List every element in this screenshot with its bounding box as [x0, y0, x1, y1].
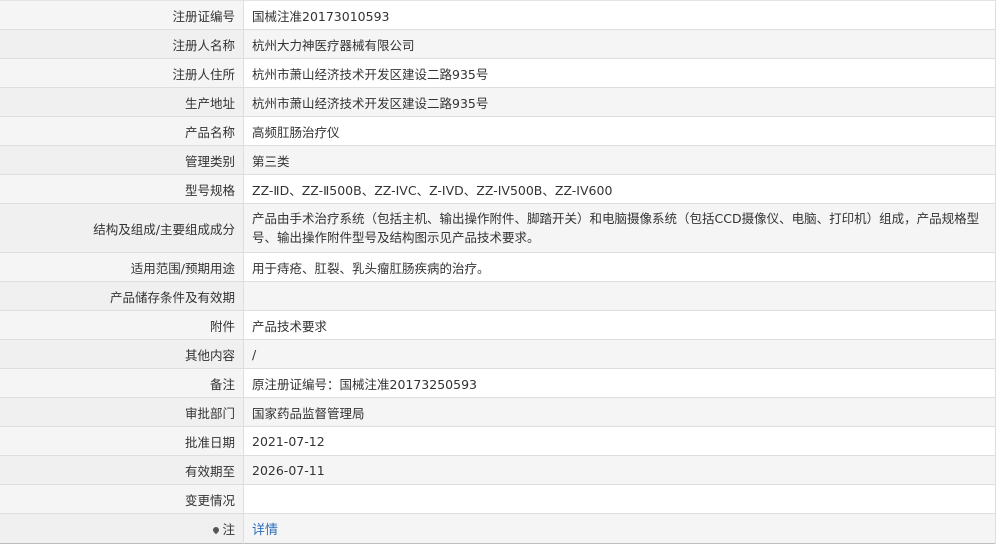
table-row: 适用范围/预期用途 用于痔疮、肛裂、乳头瘤肛肠疾病的治疗。 [0, 252, 996, 282]
table-row: 附件 产品技术要求 [0, 310, 996, 340]
table-row: 审批部门 国家药品监督管理局 [0, 397, 996, 427]
field-label: 产品名称 [0, 116, 244, 146]
field-label: 变更情况 [0, 484, 244, 514]
field-value: 产品技术要求 [243, 310, 996, 340]
field-label: 型号规格 [0, 174, 244, 204]
details-link[interactable]: 详情 [252, 523, 278, 538]
field-label: 产品储存条件及有效期 [0, 281, 244, 311]
field-value: 杭州大力神医疗器械有限公司 [243, 29, 996, 59]
registration-info-table: 注册证编号 国械注准20173010593 注册人名称 杭州大力神医疗器械有限公… [0, 0, 996, 544]
table-row: 注册人名称 杭州大力神医疗器械有限公司 [0, 29, 996, 59]
field-label: 管理类别 [0, 145, 244, 175]
field-value [243, 281, 996, 311]
field-value: 国家药品监督管理局 [243, 397, 996, 427]
table-row: 管理类别 第三类 [0, 145, 996, 175]
field-label: 生产地址 [0, 87, 244, 117]
registration-detail-panel: 注册证编号 国械注准20173010593 注册人名称 杭州大力神医疗器械有限公… [0, 0, 996, 557]
field-label: 注册人名称 [0, 29, 244, 59]
field-value: 杭州市萧山经济技术开发区建设二路935号 [243, 58, 996, 88]
note-label-cell: 注 [0, 513, 244, 544]
table-row: 型号规格 ZZ-ⅡD、ZZ-Ⅱ500B、ZZ-IVC、Z-IVD、ZZ-IV50… [0, 174, 996, 204]
note-label: 注 [222, 522, 235, 537]
table-row: 注册证编号 国械注准20173010593 [0, 0, 996, 30]
field-value [243, 484, 996, 514]
field-label: 备注 [0, 368, 244, 398]
table-row: 产品名称 高频肛肠治疗仪 [0, 116, 996, 146]
note-value-cell: 详情 [243, 513, 996, 544]
table-row: 结构及组成/主要组成成分 产品由手术治疗系统（包括主机、输出操作附件、脚踏开关）… [0, 203, 996, 253]
pin-icon [212, 525, 221, 535]
table-row: 有效期至 2026-07-11 [0, 455, 996, 485]
table-row: 产品储存条件及有效期 [0, 281, 996, 311]
field-value: 国械注准20173010593 [243, 0, 996, 30]
table-row: 注册人住所 杭州市萧山经济技术开发区建设二路935号 [0, 58, 996, 88]
table-row: 变更情况 [0, 484, 996, 514]
field-value: 第三类 [243, 145, 996, 175]
field-value: 杭州市萧山经济技术开发区建设二路935号 [243, 87, 996, 117]
field-value: 2021-07-12 [243, 426, 996, 456]
note-row: 注 详情 [0, 513, 996, 544]
field-value: ZZ-ⅡD、ZZ-Ⅱ500B、ZZ-IVC、Z-IVD、ZZ-IV500B、ZZ… [243, 174, 996, 204]
field-label: 其他内容 [0, 339, 244, 369]
field-label: 注册证编号 [0, 0, 244, 30]
field-value: 用于痔疮、肛裂、乳头瘤肛肠疾病的治疗。 [243, 252, 996, 282]
field-label: 结构及组成/主要组成成分 [0, 203, 244, 253]
field-value: / [243, 339, 996, 369]
field-value: 2026-07-11 [243, 455, 996, 485]
table-row: 备注 原注册证编号：国械注准20173250593 [0, 368, 996, 398]
field-label: 适用范围/预期用途 [0, 252, 244, 282]
field-value: 产品由手术治疗系统（包括主机、输出操作附件、脚踏开关）和电脑摄像系统（包括CCD… [243, 203, 996, 253]
field-label: 注册人住所 [0, 58, 244, 88]
field-label: 批准日期 [0, 426, 244, 456]
field-label: 附件 [0, 310, 244, 340]
field-label: 审批部门 [0, 397, 244, 427]
field-value: 高频肛肠治疗仪 [243, 116, 996, 146]
field-label: 有效期至 [0, 455, 244, 485]
table-row: 生产地址 杭州市萧山经济技术开发区建设二路935号 [0, 87, 996, 117]
table-row: 其他内容 / [0, 339, 996, 369]
field-value: 原注册证编号：国械注准20173250593 [243, 368, 996, 398]
table-row: 批准日期 2021-07-12 [0, 426, 996, 456]
